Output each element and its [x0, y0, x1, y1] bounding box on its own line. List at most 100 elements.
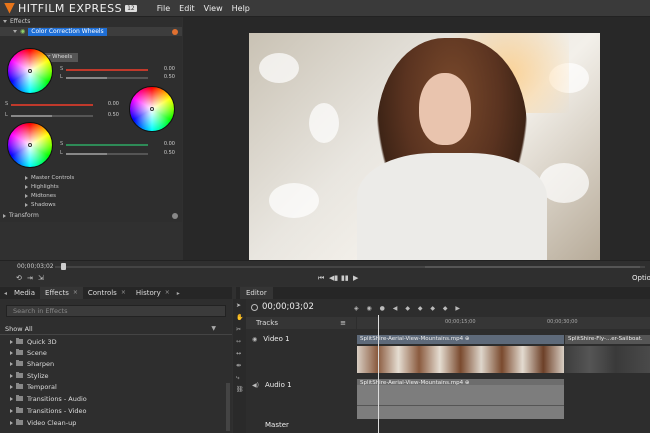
saturation-value[interactable]: 0.00	[155, 66, 175, 72]
folder-item[interactable]: Video Clean-up	[7, 417, 76, 428]
shadows-row[interactable]: Shadows	[22, 202, 56, 208]
eye-icon[interactable]: ◉	[252, 336, 257, 343]
video-clip-2-title[interactable]: SplitShire-Fly-...er-Sailboat.	[565, 335, 650, 344]
editor-edit-tools[interactable]: ◈ ◉ ● ◀ ◆ ◆ ◆ ◆ ▶	[354, 305, 463, 312]
expand-icon	[10, 361, 13, 366]
left-panel-tabs: ◂ Media Effects × Controls × History × ▸	[0, 287, 232, 299]
wheel-handle[interactable]	[28, 69, 32, 73]
transform-reset-icon[interactable]	[172, 212, 178, 219]
select-tool-icon[interactable]: ➤	[236, 302, 241, 309]
expand-icon	[10, 408, 13, 413]
scrubber-handle[interactable]	[61, 263, 66, 270]
transform-row[interactable]: Transform	[0, 211, 182, 220]
editor-timecode[interactable]: 00;00;03;02	[251, 302, 314, 312]
saturation-slider[interactable]	[66, 69, 148, 71]
video-track-header: ◉ Video 1	[246, 333, 356, 345]
tab-media[interactable]: Media	[9, 287, 40, 299]
slip-tool-icon[interactable]: ⇿	[236, 338, 241, 345]
folder-item[interactable]: Stylize	[7, 370, 49, 381]
saturation-slider[interactable]	[66, 144, 148, 146]
saturation-slider[interactable]	[11, 104, 93, 106]
audio-clip-waveform[interactable]	[357, 385, 564, 419]
luminance-slider[interactable]	[11, 115, 93, 117]
in-out-icon[interactable]: ⇥	[27, 274, 33, 282]
editor-panel: 00;00;03;02 ◈ ◉ ● ◀ ◆ ◆ ◆ ◆ ▶ Tracks ≡ 00…	[246, 299, 650, 433]
menu-view[interactable]: View	[204, 4, 223, 13]
razor-tool-icon[interactable]: ✂	[236, 326, 241, 333]
tab-history[interactable]: History ×	[131, 287, 175, 299]
highlights-row[interactable]: Highlights	[22, 184, 59, 190]
luminance-value[interactable]: 0.50	[155, 150, 175, 156]
pause-icon[interactable]: ▮▮	[341, 274, 349, 282]
master-controls-row[interactable]: Master Controls	[22, 175, 74, 181]
effects-search-input[interactable]: Search in Effects	[6, 305, 226, 317]
hand-tool-icon[interactable]: ✋	[236, 314, 243, 321]
viewer-options-button[interactable]: Optio	[632, 274, 650, 282]
tab-controls[interactable]: Controls ×	[83, 287, 131, 299]
midtones-row[interactable]: Midtones	[22, 193, 56, 199]
tab-effects[interactable]: Effects ×	[40, 287, 83, 299]
close-icon[interactable]: ×	[73, 287, 78, 299]
shadows-color-wheel[interactable]	[7, 122, 53, 168]
timeline-ruler[interactable]: 00;00;15;00 00;00;30;00	[357, 317, 650, 329]
viewer-zoom-bar[interactable]	[425, 266, 640, 268]
previous-frame-icon[interactable]: ⏮	[318, 274, 324, 283]
video-clip-2-thumbnails[interactable]	[564, 346, 650, 373]
app-logo: HITFILM EXPRESS 12	[4, 0, 137, 17]
menu-edit[interactable]: Edit	[179, 4, 195, 13]
midtones-label: Midtones	[31, 193, 57, 199]
folder-label: Quick 3D	[27, 337, 57, 346]
wheel-handle[interactable]	[150, 107, 154, 111]
ruler-tick-label: 00;00;30;00	[547, 319, 578, 325]
folder-item[interactable]: Sharpen	[7, 358, 54, 369]
effect-row-color-correction[interactable]: ◉ Color Correction Wheels	[0, 27, 182, 36]
tab-editor[interactable]: Editor	[240, 287, 273, 299]
expand-icon	[10, 339, 13, 344]
playhead[interactable]	[378, 315, 379, 433]
slide-tool-icon[interactable]: ↔	[236, 350, 241, 357]
link-tool-icon[interactable]: ⛓	[236, 386, 244, 393]
rate-tool-icon[interactable]: ⇹	[236, 362, 241, 369]
saturation-value[interactable]: 0.00	[99, 101, 119, 107]
snap-tool-icon[interactable]: ⤷	[236, 374, 239, 382]
title-bar: HITFILM EXPRESS 12 File Edit View Help	[0, 0, 650, 17]
folder-item[interactable]: Transitions - Video	[7, 405, 87, 416]
luminance-slider[interactable]	[66, 77, 148, 79]
menu-file[interactable]: File	[157, 4, 170, 13]
close-icon[interactable]: ×	[121, 287, 126, 299]
wheel-handle[interactable]	[28, 143, 32, 147]
master-color-wheel[interactable]	[7, 48, 53, 94]
luminance-slider[interactable]	[66, 153, 148, 155]
video-clip-title[interactable]: SplitShire-Aerial-View-Mountains.mp4 ⊕	[357, 335, 564, 344]
transport-bar: 00;00;03;02 ⟲ ⇥ ⇲ ⏮ ◀▮ ▮▮ ▶ Optio	[0, 260, 650, 286]
visibility-icon[interactable]: ◉	[20, 28, 25, 35]
menu-help[interactable]: Help	[232, 4, 250, 13]
effects-header[interactable]: Effects	[0, 17, 182, 26]
video-clip-thumbnails[interactable]	[357, 346, 564, 373]
luminance-value[interactable]: 0.50	[155, 74, 175, 80]
step-back-icon[interactable]: ◀▮	[329, 274, 338, 282]
loop-icon[interactable]: ⟲	[16, 274, 22, 282]
speaker-icon[interactable]: ◀)	[252, 382, 259, 389]
folder-item[interactable]: Quick 3D	[7, 336, 57, 347]
saturation-label: S	[5, 101, 9, 107]
saturation-value[interactable]: 0.00	[155, 141, 175, 147]
close-icon[interactable]: ×	[165, 287, 170, 299]
tracks-menu-icon[interactable]: ≡	[340, 317, 346, 329]
play-icon[interactable]: ▶	[353, 274, 358, 282]
folder-item[interactable]: Transitions - Audio	[7, 393, 87, 404]
saturation-label: S	[60, 141, 64, 147]
folder-item[interactable]: Temporal	[7, 381, 57, 392]
effect-reset-icon[interactable]	[172, 28, 178, 35]
panel-menu-icon[interactable]: ◂	[4, 290, 7, 297]
panel-overflow-icon[interactable]: ▸	[177, 290, 180, 297]
highlights-color-wheel[interactable]	[129, 86, 175, 132]
expand-icon	[10, 396, 13, 401]
show-all-dropdown[interactable]: Show All ▼	[0, 323, 232, 335]
folder-item[interactable]: Scene	[7, 347, 47, 358]
effects-scrollbar[interactable]	[226, 383, 230, 431]
editor-timecode-text: 00;00;03;02	[262, 302, 314, 312]
export-frame-icon[interactable]: ⇲	[38, 274, 44, 282]
audio-track-label: Audio 1	[264, 381, 292, 389]
luminance-value[interactable]: 0.50	[99, 112, 119, 118]
